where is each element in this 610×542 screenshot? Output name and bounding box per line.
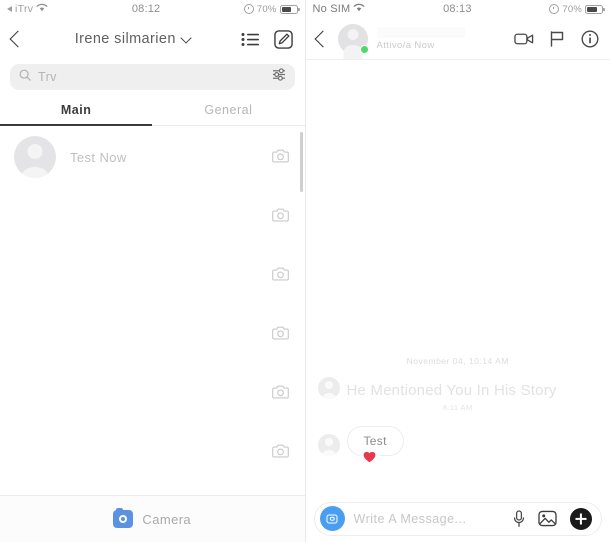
flag-icon[interactable] (550, 30, 565, 47)
left-status-bar: iTrv 08:12 70% (0, 0, 305, 18)
conversation-list: Test Now (0, 126, 305, 458)
contact-name (376, 26, 465, 38)
left-nav-bar: Irene silmarien (0, 18, 305, 60)
battery-percent-label: 70% (562, 3, 582, 15)
plus-icon[interactable] (570, 507, 592, 530)
left-phone-screen: iTrv 08:12 70% Irene silmarien Trv Main … (0, 0, 306, 542)
message-timestamp: 8:11 AM (442, 403, 473, 412)
contact-status: Attivo/a Now (376, 39, 435, 51)
info-circle-icon[interactable] (581, 29, 599, 48)
message-text: Test (363, 434, 387, 448)
tab-main[interactable]: Main (0, 96, 152, 126)
message-composer: Write A Message... (305, 495, 610, 542)
scrollbar-thumb[interactable] (300, 132, 303, 192)
camera-icon[interactable] (272, 362, 289, 421)
avatar (14, 136, 56, 178)
chat-contact-meta: Attivo/a Now (376, 26, 506, 51)
sliders-icon[interactable] (272, 68, 286, 86)
message-input[interactable]: Write A Message... (313, 501, 602, 536)
compose-icon[interactable] (273, 29, 293, 49)
camera-icon[interactable] (272, 244, 289, 303)
message-thread[interactable]: November 04, 10:14 AM He Mentioned You I… (305, 61, 610, 495)
status-time: 08:13 (443, 3, 472, 15)
battery-icon (585, 4, 605, 14)
tab-active-underline (0, 124, 153, 126)
day-separator: November 04, 10:14 AM (406, 356, 509, 366)
list-icon[interactable] (241, 32, 260, 47)
chevron-down-icon (180, 31, 192, 44)
page-title: Irene silmarien (74, 31, 176, 47)
scrollbar[interactable] (300, 132, 303, 422)
message-placeholder: Write A Message... (353, 511, 467, 526)
camera-button[interactable]: Camera (0, 495, 305, 542)
right-status-right: 70% (549, 3, 605, 15)
camera-icon[interactable] (272, 126, 289, 185)
avatar (317, 434, 340, 456)
camera-round-icon[interactable] (319, 506, 345, 531)
camera-icon[interactable] (272, 303, 289, 362)
wifi-icon (36, 3, 48, 15)
wifi-icon (353, 3, 365, 15)
video-camera-icon[interactable] (514, 32, 534, 46)
dual-screenshot-container: iTrv 08:12 70% Irene silmarien Trv Main … (0, 0, 610, 542)
camera-shortcut-column (257, 126, 305, 480)
chat-header-actions (514, 29, 599, 48)
camera-button-label: Camera (142, 511, 192, 527)
message-bubble[interactable]: Test (346, 426, 404, 466)
message-group-story: He Mentioned You In His Story 8:11 AM (306, 366, 610, 412)
camera-icon-blue (113, 507, 134, 528)
list-item[interactable]: Test (306, 412, 610, 466)
message-text: He Mentioned You In His Story (346, 381, 557, 399)
search-placeholder: Trv (38, 70, 57, 84)
carrier-label: iTrv (15, 3, 34, 15)
camera-icon[interactable] (272, 185, 289, 244)
back-button[interactable] (314, 30, 331, 47)
inbox-tabs: Main General (0, 96, 305, 126)
tab-general[interactable]: General (152, 96, 304, 126)
location-arrow-icon (7, 6, 12, 12)
account-switcher[interactable]: Irene silmarien (24, 31, 241, 47)
left-nav-actions (241, 29, 293, 49)
left-status-left: iTrv (7, 3, 48, 15)
carrier-label: No SIM (312, 3, 351, 15)
image-icon[interactable] (538, 510, 557, 527)
alarm-icon (549, 4, 560, 14)
reaction-heart-icon[interactable] (359, 447, 379, 466)
conversation-name: Test Now (70, 149, 127, 165)
left-status-right: 70% (243, 3, 300, 15)
search-container: Trv (0, 60, 305, 96)
right-status-left: No SIM (313, 3, 366, 15)
composer-actions (513, 507, 592, 530)
camera-icon[interactable] (272, 421, 289, 480)
avatar[interactable] (337, 23, 369, 59)
online-status-dot (359, 44, 369, 54)
list-item[interactable]: He Mentioned You In His Story (306, 366, 610, 399)
battery-icon (279, 4, 300, 14)
alarm-icon (243, 4, 254, 14)
chat-header: Attivo/a Now (305, 18, 610, 60)
status-time: 08:12 (131, 3, 161, 15)
search-icon (19, 68, 31, 86)
search-input[interactable]: Trv (10, 64, 295, 90)
battery-percent-label: 70% (256, 3, 277, 15)
right-status-bar: No SIM 08:13 70% (306, 0, 610, 18)
right-phone-screen: No SIM 08:13 70% Attivo/a Now November 0… (305, 0, 610, 542)
avatar (317, 377, 340, 399)
microphone-icon[interactable] (513, 509, 525, 528)
